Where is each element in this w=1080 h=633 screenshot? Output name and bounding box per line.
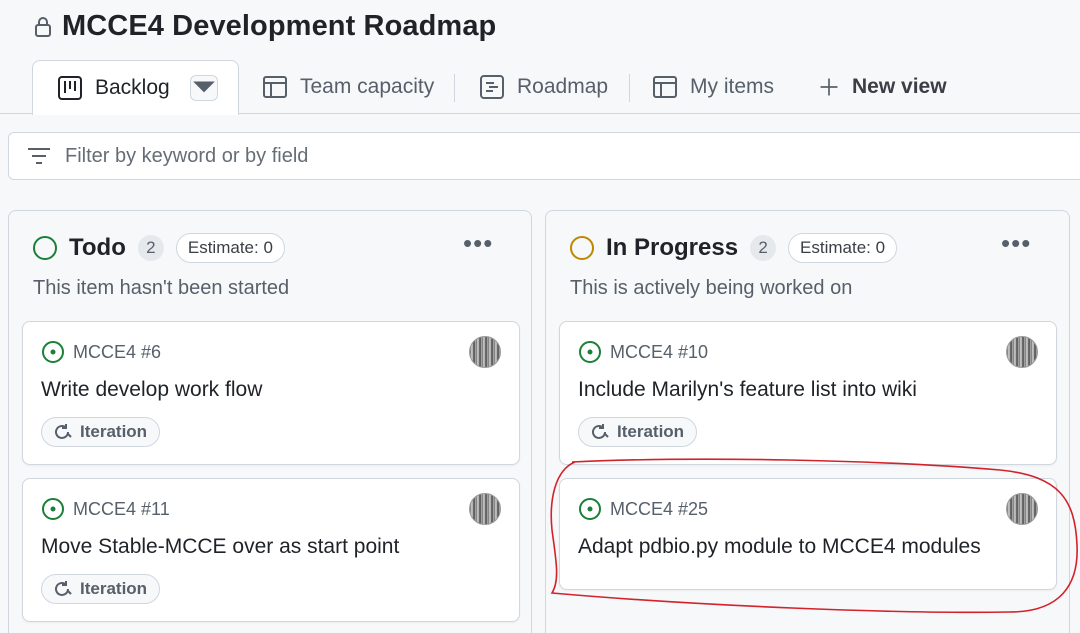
open-issue-icon — [579, 498, 601, 520]
tab-roadmap[interactable]: Roadmap — [479, 60, 608, 114]
issue-title[interactable]: Write develop work flow — [41, 378, 262, 402]
item-count-badge: 2 — [137, 235, 164, 261]
issue-card[interactable]: MCCE4 #11 Move Stable-MCCE over as start… — [22, 478, 520, 622]
tab-my-items[interactable]: My items — [652, 60, 774, 114]
avatar[interactable] — [469, 493, 501, 525]
column-header: In Progress 2 Estimate: 0 — [570, 233, 898, 263]
tab-backlog[interactable]: Backlog — [32, 60, 239, 115]
open-issue-icon — [42, 341, 64, 363]
plus-icon — [820, 78, 838, 96]
filter-input[interactable]: Filter by keyword or by field — [8, 132, 1080, 180]
lock-icon — [35, 16, 51, 37]
filter-icon — [28, 148, 50, 164]
issue-card[interactable]: MCCE4 #6 Write develop work flow Iterati… — [22, 321, 520, 465]
more-options-icon[interactable]: ••• — [463, 230, 493, 256]
column-todo: Todo 2 Estimate: 0 ••• This item hasn't … — [8, 210, 532, 633]
iteration-field[interactable]: Iteration — [578, 417, 698, 447]
board-icon — [58, 76, 82, 100]
iteration-field[interactable]: Iteration — [41, 417, 161, 447]
view-options-button[interactable] — [189, 75, 218, 101]
estimate-badge: Estimate: 0 — [788, 233, 898, 263]
tab-label: Team capacity — [300, 75, 435, 98]
iteration-icon — [592, 424, 609, 439]
issue-title[interactable]: Include Marilyn's feature list into wiki — [578, 378, 917, 402]
column-in-progress: In Progress 2 Estimate: 0 ••• This is ac… — [545, 210, 1070, 633]
issue-number: MCCE4 #10 — [610, 341, 709, 362]
chevron-down-icon — [192, 81, 215, 93]
column-header: Todo 2 Estimate: 0 — [33, 233, 285, 263]
tab-divider — [629, 74, 630, 102]
item-count-badge: 2 — [750, 235, 777, 261]
tab-label: Backlog — [95, 76, 170, 99]
table-icon — [653, 76, 677, 98]
project-title: MCCE4 Development Roadmap — [62, 10, 497, 42]
iteration-label: Iteration — [617, 422, 685, 441]
avatar[interactable] — [469, 336, 501, 368]
iteration-label: Iteration — [80, 579, 148, 598]
tab-label: New view — [852, 75, 947, 98]
column-name: In Progress — [606, 234, 739, 261]
status-circle-icon — [33, 236, 57, 260]
open-issue-icon — [579, 341, 601, 363]
issue-reference: MCCE4 #25 — [578, 497, 708, 521]
column-description: This item hasn't been started — [33, 277, 290, 299]
tab-team-capacity[interactable]: Team capacity — [262, 60, 434, 114]
issue-reference: MCCE4 #10 — [578, 340, 708, 364]
iteration-icon — [55, 581, 72, 596]
new-view-button[interactable]: New view — [818, 60, 947, 114]
avatar[interactable] — [1006, 493, 1038, 525]
open-issue-icon — [42, 498, 64, 520]
issue-number: MCCE4 #25 — [610, 498, 709, 519]
status-circle-icon — [570, 236, 594, 260]
issue-card[interactable]: MCCE4 #10 Include Marilyn's feature list… — [559, 321, 1057, 465]
issue-reference: MCCE4 #11 — [41, 497, 170, 521]
issue-card[interactable]: MCCE4 #25 Adapt pdbio.py module to MCCE4… — [559, 478, 1057, 590]
table-icon — [263, 76, 287, 98]
estimate-badge: Estimate: 0 — [175, 233, 285, 263]
column-name: Todo — [69, 234, 126, 261]
tab-label: Roadmap — [517, 75, 609, 98]
avatar[interactable] — [1006, 336, 1038, 368]
issue-number: MCCE4 #6 — [73, 341, 162, 362]
tab-divider — [454, 74, 455, 102]
iteration-label: Iteration — [80, 422, 148, 441]
project-header: MCCE4 Development Roadmap — [34, 10, 496, 43]
iteration-field[interactable]: Iteration — [41, 574, 161, 604]
filter-placeholder: Filter by keyword or by field — [65, 144, 309, 167]
issue-title[interactable]: Move Stable-MCCE over as start point — [41, 535, 399, 559]
more-options-icon[interactable]: ••• — [1001, 230, 1031, 256]
tab-label: My items — [690, 75, 774, 98]
view-tabs: Backlog Team capacity Roadmap My items N… — [0, 60, 1080, 115]
issue-title[interactable]: Adapt pdbio.py module to MCCE4 modules — [578, 535, 981, 559]
column-description: This is actively being worked on — [570, 277, 853, 299]
issue-reference: MCCE4 #6 — [41, 340, 161, 364]
roadmap-icon — [480, 75, 504, 99]
iteration-icon — [55, 424, 72, 439]
issue-number: MCCE4 #11 — [73, 498, 170, 519]
